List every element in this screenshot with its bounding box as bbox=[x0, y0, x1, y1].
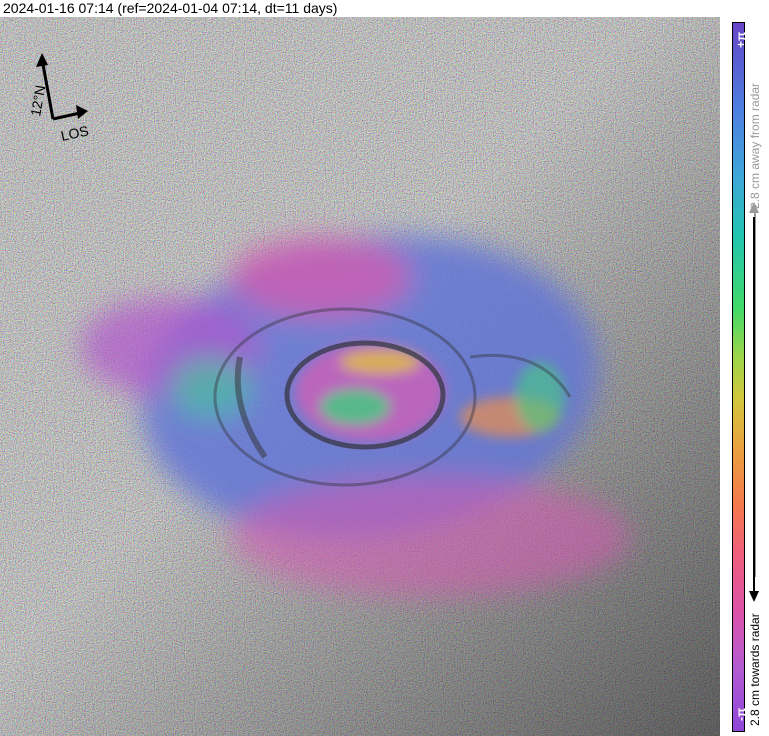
compass-indicator: 12°N LOS bbox=[27, 53, 90, 144]
colorbar-bottom-label: -π bbox=[734, 707, 748, 721]
towards-radar-label: 2.8 cm towards radar bbox=[748, 613, 762, 726]
phase-colorbar: +π -π 2.8 cm away from radar 2.8 cm towa… bbox=[720, 17, 769, 736]
colorbar-gradient bbox=[732, 22, 745, 732]
colorbar-top-label: +π bbox=[734, 31, 748, 49]
los-label: LOS bbox=[59, 122, 90, 143]
away-from-radar-label: 2.8 cm away from radar bbox=[748, 82, 762, 209]
north-label: 12°N bbox=[27, 84, 48, 118]
towards-arrow-icon bbox=[749, 217, 759, 602]
page-title: 2024-01-16 07:14 (ref=2024-01-04 07:14, … bbox=[3, 0, 338, 16]
away-arrowhead-icon bbox=[749, 202, 759, 213]
los-arrow-icon bbox=[52, 105, 88, 121]
